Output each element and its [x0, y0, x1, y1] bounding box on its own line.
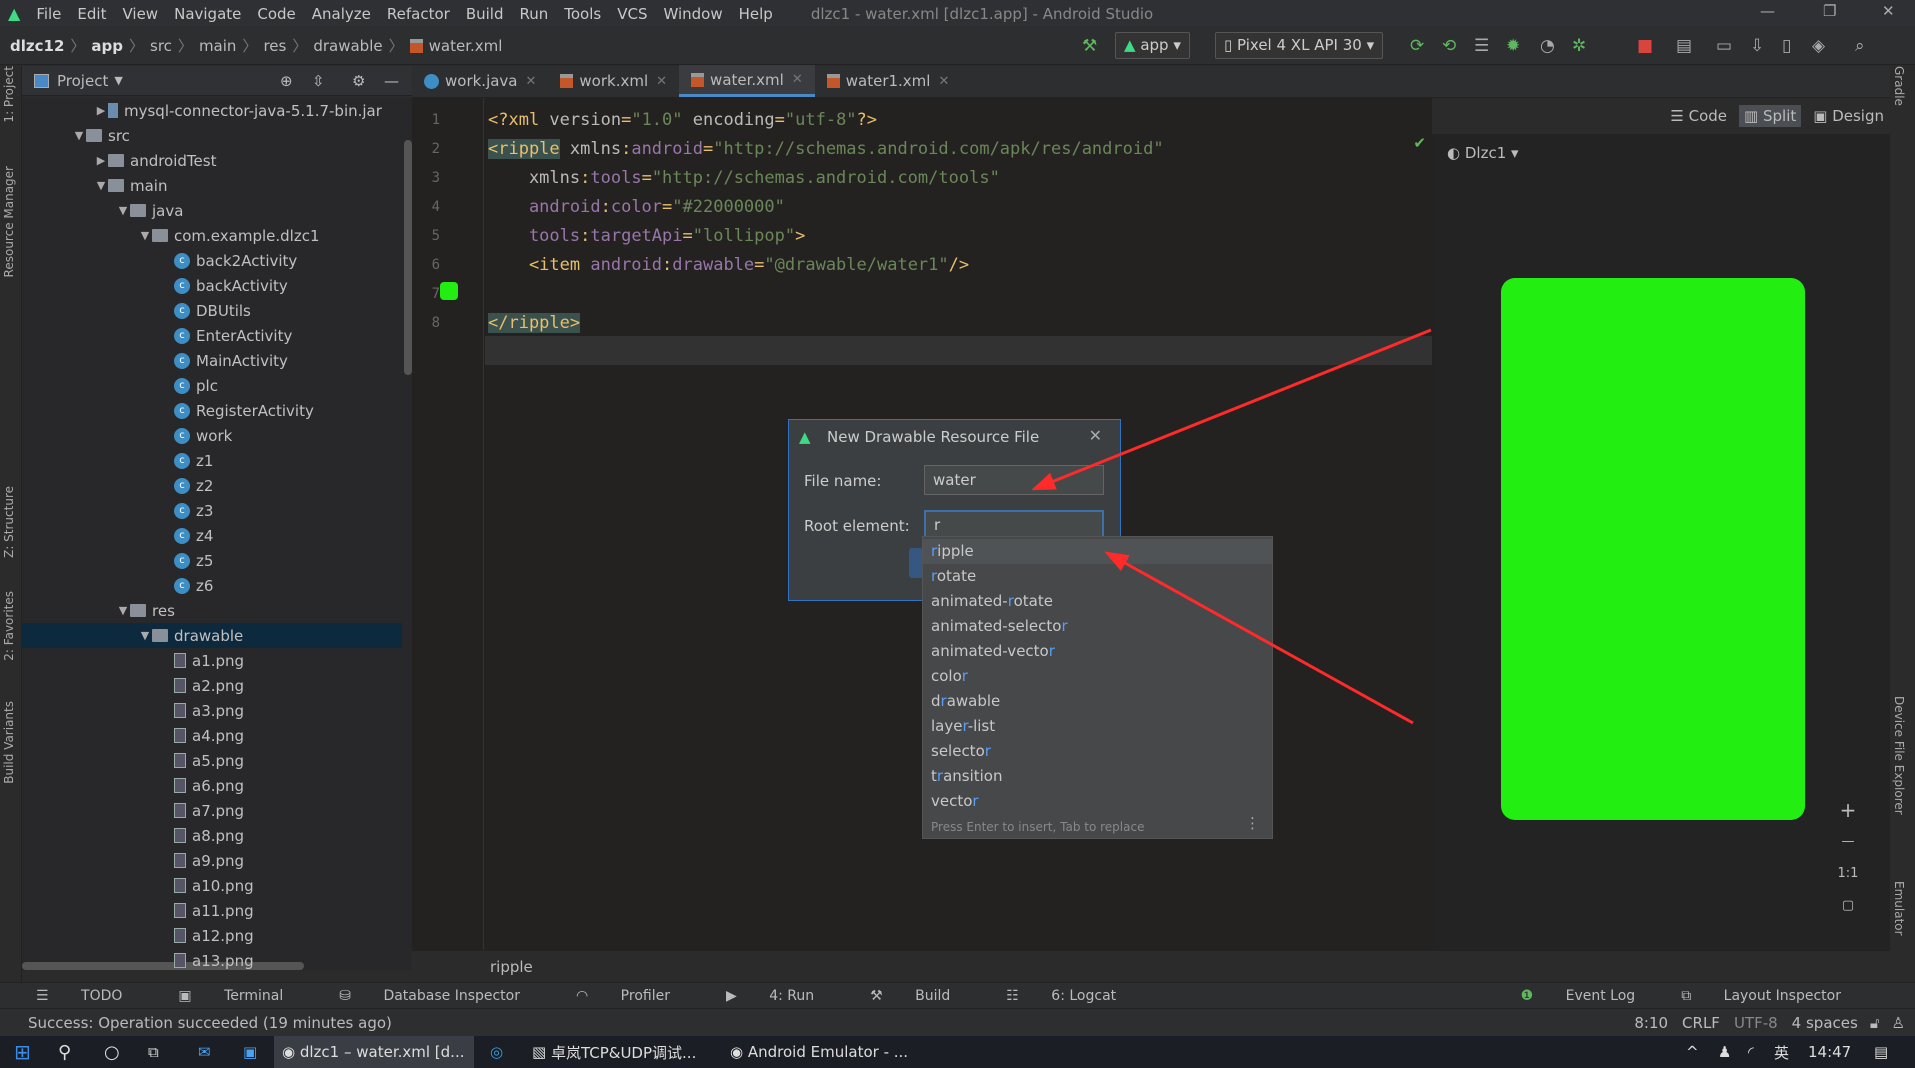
annotation-arrows	[1031, 328, 1432, 725]
annotation-arrow-ripple	[1104, 551, 1414, 725]
annotation-arrow-file-name	[1031, 328, 1432, 491]
